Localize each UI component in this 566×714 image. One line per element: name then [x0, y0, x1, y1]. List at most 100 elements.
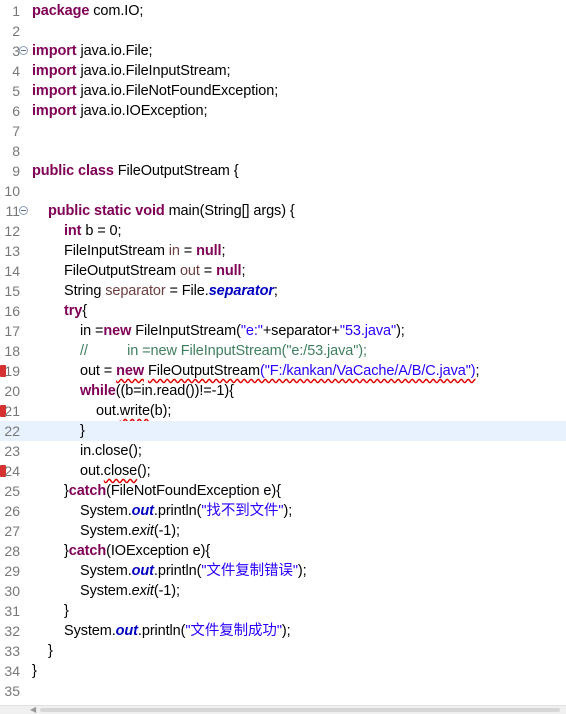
- code-editor[interactable]: 1 package com.IO; 2 3 import java.io.File; 4 i…: [0, 0, 566, 705]
- code-text: }catch(IOException e){: [64, 541, 210, 561]
- code-line[interactable]: 20 while((b=in.read())!=-1){: [0, 381, 566, 401]
- code-line[interactable]: 6 import java.io.IOException;: [0, 101, 566, 121]
- code-line[interactable]: 12 int b = 0;: [0, 221, 566, 241]
- code-token: (FileNotFoundException e){: [106, 483, 281, 499]
- line-number: 13: [4, 243, 20, 259]
- code-token: new: [116, 363, 144, 379]
- line-number: 17: [4, 323, 20, 339]
- code-token: ;: [273, 283, 278, 299]
- line-number: 3: [12, 43, 20, 59]
- code-token: in =: [80, 323, 104, 339]
- code-text: }catch(FileNotFoundException e){: [64, 481, 281, 501]
- code-line[interactable]: 33}: [0, 641, 566, 661]
- code-token: (b);: [149, 403, 172, 419]
- line-number: 7: [12, 123, 20, 139]
- code-text: in =new FileInputStream("e:"+separator+"…: [80, 321, 405, 341]
- code-text: }: [80, 421, 85, 441]
- code-token: +separator+: [262, 323, 340, 339]
- code-line[interactable]: 30 System.exit(-1);: [0, 581, 566, 601]
- code-text: import java.io.File;: [32, 41, 153, 61]
- code-line[interactable]: 28 }catch(IOException e){: [0, 541, 566, 561]
- code-line[interactable]: 24 out.close();: [0, 461, 566, 481]
- code-line[interactable]: 34}: [0, 661, 566, 681]
- code-token: =: [179, 243, 197, 259]
- code-token: out.: [96, 403, 120, 419]
- code-token: import: [32, 83, 77, 99]
- code-token: .println(: [137, 623, 186, 639]
- code-text: in.close();: [80, 441, 142, 461]
- code-line[interactable]: 31}: [0, 601, 566, 621]
- code-token: b = 0;: [81, 223, 122, 239]
- code-line[interactable]: 35: [0, 681, 566, 701]
- code-token: package: [32, 3, 90, 19]
- code-token: java.io.FileInputStream;: [80, 63, 231, 79]
- code-line[interactable]: 22}: [0, 421, 566, 441]
- code-token: .println(: [153, 563, 202, 579]
- code-line[interactable]: 29 System.out.println("文件复制错误");: [0, 561, 566, 581]
- code-token: (-1);: [153, 583, 180, 599]
- code-token: "找不到文件": [201, 503, 284, 519]
- fold-toggle-icon[interactable]: [19, 206, 28, 215]
- code-token: null: [216, 263, 242, 279]
- code-line[interactable]: 3 import java.io.File;: [0, 41, 566, 61]
- code-token: ("F:/kankan/VaCache/A/B/C.java"): [259, 363, 476, 379]
- code-line[interactable]: 23 in.close();: [0, 441, 566, 461]
- line-number: 27: [4, 523, 20, 539]
- code-text: }: [48, 641, 53, 661]
- scrollbar-thumb[interactable]: [40, 708, 560, 712]
- code-line[interactable]: 17 in =new FileInputStream("e:"+separator…: [0, 321, 566, 341]
- code-token: java.io.FileNotFoundException;: [80, 83, 279, 99]
- code-line[interactable]: 11 public static void main(String[] args)…: [0, 201, 566, 221]
- code-line[interactable]: 16 try{: [0, 301, 566, 321]
- code-token: .println(: [153, 503, 202, 519]
- code-text: import java.io.FileInputStream;: [32, 61, 230, 81]
- code-token: import: [32, 43, 77, 59]
- code-line[interactable]: 13 FileInputStream in = null;: [0, 241, 566, 261]
- code-text: public static void main(String[] args) {: [48, 201, 295, 221]
- line-number: 25: [4, 483, 20, 499]
- line-number: 33: [4, 643, 20, 659]
- code-line[interactable]: 27 System.exit(-1);: [0, 521, 566, 541]
- code-token: try: [64, 303, 83, 319]
- code-text: System.out.println("文件复制成功");: [64, 621, 291, 641]
- code-line[interactable]: 18 // in =new FileInputStream("e:/53.java…: [0, 341, 566, 361]
- line-number: 30: [4, 583, 20, 599]
- code-token: System.: [80, 583, 132, 599]
- line-number: 28: [4, 543, 20, 559]
- line-number: 29: [4, 563, 20, 579]
- code-line[interactable]: 25 }catch(FileNotFoundException e){: [0, 481, 566, 501]
- code-token: ;: [241, 263, 246, 279]
- code-line[interactable]: 8: [0, 141, 566, 161]
- code-line[interactable]: 5 import java.io.FileNotFoundException;: [0, 81, 566, 101]
- code-line[interactable]: 14 FileOutputStream out = null;: [0, 261, 566, 281]
- code-line[interactable]: 32 System.out.println("文件复制成功");: [0, 621, 566, 641]
- code-line[interactable]: 2: [0, 21, 566, 41]
- code-line[interactable]: 1 package com.IO;: [0, 1, 566, 21]
- code-token: "e:": [240, 323, 263, 339]
- code-line[interactable]: 26 System.out.println("找不到文件");: [0, 501, 566, 521]
- code-token: out.: [80, 463, 104, 479]
- code-token: String: [64, 283, 106, 299]
- scroll-left-icon[interactable]: ◀: [30, 706, 36, 714]
- code-token: System.: [80, 523, 132, 539]
- code-token: =: [199, 263, 217, 279]
- code-token: null: [196, 243, 222, 259]
- code-token: while: [80, 383, 116, 399]
- fold-toggle-icon[interactable]: [19, 46, 28, 55]
- code-line[interactable]: 4 import java.io.FileInputStream;: [0, 61, 566, 81]
- code-line[interactable]: 9 public class FileOutputStream {: [0, 161, 566, 181]
- code-line[interactable]: 21 out.write(b);: [0, 401, 566, 421]
- line-number: 9: [12, 163, 20, 179]
- code-line[interactable]: 19 out = new FileOutputStream("F:/kankan/…: [0, 361, 566, 381]
- line-number: 21: [4, 403, 20, 419]
- code-text: FileInputStream in = null;: [64, 241, 226, 261]
- code-token: System.: [80, 503, 132, 519]
- code-line[interactable]: 10: [0, 181, 566, 201]
- code-token: close: [103, 463, 138, 479]
- code-token: }: [48, 643, 53, 659]
- code-line[interactable]: 15 String separator = File.separator;: [0, 281, 566, 301]
- code-line[interactable]: 7: [0, 121, 566, 141]
- line-number: 19: [4, 363, 20, 379]
- line-number: 10: [4, 183, 20, 199]
- code-token: int: [64, 223, 82, 239]
